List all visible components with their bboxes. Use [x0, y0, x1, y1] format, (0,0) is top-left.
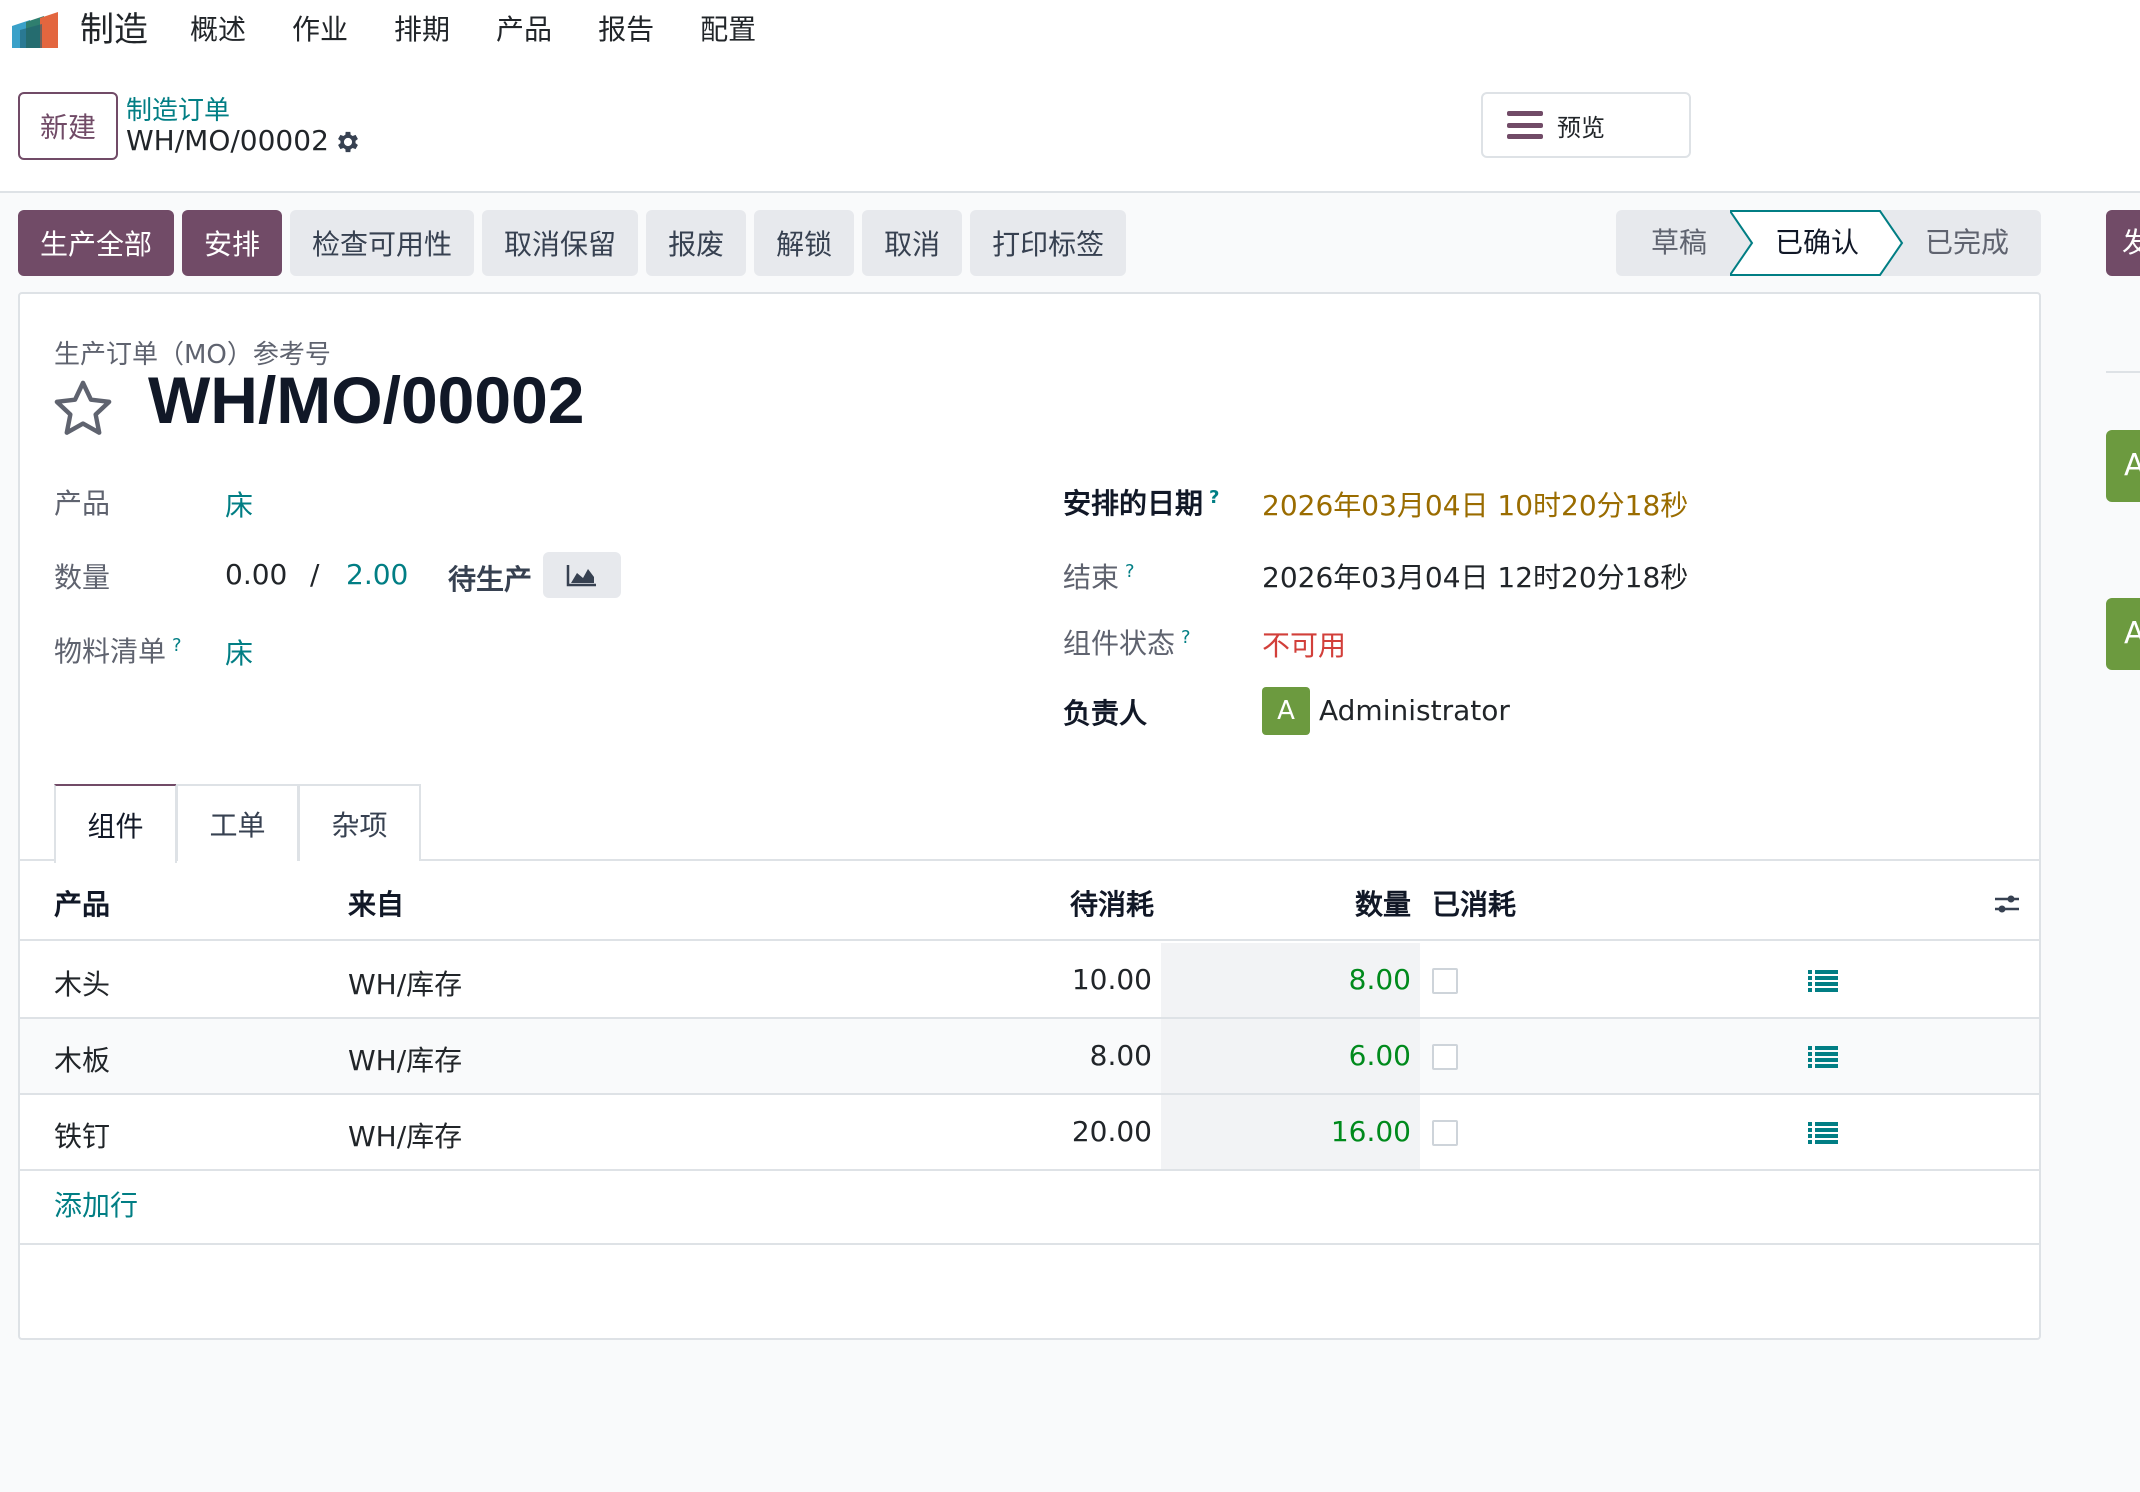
component-status-value: 不可用: [1262, 629, 1347, 662]
send-message-button[interactable]: 发: [2106, 210, 2140, 276]
top-navbar: 制造 概述 作业 排期 产品 报告 配置: [0, 0, 2140, 60]
preview-label: 预览: [1557, 113, 1605, 142]
menu-products[interactable]: 产品: [496, 8, 552, 52]
plan-button[interactable]: 安排: [182, 210, 283, 276]
menu-planning[interactable]: 排期: [394, 8, 450, 52]
column-from[interactable]: 来自: [348, 883, 404, 923]
detailed-operations-icon[interactable]: [1808, 1045, 1838, 1069]
consumed-checkbox[interactable]: [1432, 1120, 1458, 1146]
help-icon[interactable]: ?: [1209, 487, 1219, 508]
status-draft[interactable]: 草稿: [1651, 210, 1707, 276]
page-title: WH/MO/00002: [148, 363, 585, 437]
table-row[interactable]: 铁钉 WH/库存 20.00 16.00: [20, 1095, 2039, 1171]
help-icon[interactable]: ?: [172, 635, 182, 656]
detailed-operations-icon[interactable]: [1808, 1121, 1838, 1145]
status-done[interactable]: 已完成: [1925, 210, 2009, 276]
chatter-divider: [2106, 371, 2140, 373]
tab-miscellaneous[interactable]: 杂项: [298, 784, 421, 861]
forecast-chart-button[interactable]: [543, 552, 621, 598]
quantity-produced: 0.00: [225, 558, 288, 591]
column-settings-icon[interactable]: [1992, 889, 2022, 919]
action-bar: 生产全部 安排 检查可用性 取消保留 报废 解锁 取消 打印标签: [18, 210, 1127, 276]
row-quantity[interactable]: 6.00: [1220, 1039, 1411, 1072]
quantity-label: 数量: [54, 561, 111, 594]
consumed-checkbox[interactable]: [1432, 968, 1458, 994]
add-line-row: [20, 1167, 2039, 1245]
manufacturing-app-logo[interactable]: [12, 12, 64, 48]
new-button[interactable]: 新建: [18, 92, 118, 160]
row-to-consume: 10.00: [1071, 963, 1152, 996]
breadcrumb-parent[interactable]: 制造订单: [126, 90, 230, 127]
help-icon[interactable]: ?: [1125, 561, 1135, 582]
column-product[interactable]: 产品: [54, 883, 110, 923]
chatter-avatar: A: [2106, 598, 2140, 670]
table-row[interactable]: 木头 WH/库存 10.00 8.00: [20, 943, 2039, 1019]
produce-all-button[interactable]: 生产全部: [18, 210, 175, 276]
row-quantity[interactable]: 8.00: [1220, 963, 1411, 996]
menu-operations[interactable]: 作业: [292, 8, 348, 52]
bom-field[interactable]: 床: [225, 632, 253, 672]
row-from: WH/库存: [348, 968, 463, 1001]
row-from: WH/库存: [348, 1044, 463, 1077]
scheduled-date-label: 安排的日期?: [1063, 486, 1220, 520]
check-availability-button[interactable]: 检查可用性: [290, 210, 475, 276]
product-field[interactable]: 床: [225, 484, 253, 524]
row-product: 铁钉: [54, 1120, 111, 1153]
print-labels-button[interactable]: 打印标签: [970, 210, 1127, 276]
tab-work-orders[interactable]: 工单: [176, 784, 299, 861]
end-date-label: 结束?: [1063, 560, 1135, 594]
gear-icon[interactable]: [334, 128, 362, 156]
row-to-consume: 20.00: [1071, 1115, 1152, 1148]
quantity-planned-field[interactable]: 2.00: [346, 558, 408, 591]
tab-components[interactable]: 组件: [54, 784, 177, 863]
main-menu: 概述 作业 排期 产品 报告 配置: [190, 8, 802, 52]
status-confirmed[interactable]: 已确认: [1775, 210, 1859, 276]
table-row[interactable]: 木板 WH/库存 8.00 6.00: [20, 1019, 2039, 1095]
menu-configuration[interactable]: 配置: [700, 8, 756, 52]
row-quantity[interactable]: 16.00: [1220, 1115, 1411, 1148]
product-label: 产品: [54, 487, 111, 520]
cancel-button[interactable]: 取消: [862, 210, 963, 276]
help-icon[interactable]: ?: [1181, 627, 1191, 648]
end-date-field[interactable]: 2026年03月04日 12时20分18秒: [1262, 556, 1688, 596]
row-from: WH/库存: [348, 1120, 463, 1153]
breadcrumb-current: WH/MO/00002: [126, 124, 329, 157]
avatar: A: [1262, 687, 1310, 735]
row-product: 木头: [54, 968, 111, 1001]
form-sheet: 生产订单（MO）参考号 WH/MO/00002 产品 床 数量 0.00 / 2…: [18, 292, 2041, 1340]
scrap-button[interactable]: 报废: [646, 210, 747, 276]
preview-button[interactable]: 预览: [1481, 92, 1691, 158]
unlock-button[interactable]: 解锁: [754, 210, 855, 276]
status-bar: 草稿 已确认 已完成: [1616, 210, 2041, 276]
quantity-status: 待生产: [448, 563, 533, 596]
quantity-separator: /: [310, 558, 320, 591]
control-panel: 新建 制造订单 WH/MO/00002 预览: [0, 60, 2140, 193]
component-status-label: 组件状态?: [1063, 626, 1191, 660]
responsible-field[interactable]: Administrator: [1319, 694, 1510, 727]
add-line-link[interactable]: 添加行: [54, 1184, 138, 1224]
column-consumed[interactable]: 已消耗: [1432, 883, 1516, 923]
menu-icon: [1507, 111, 1543, 139]
area-chart-icon: [566, 565, 596, 587]
app-name[interactable]: 制造: [80, 8, 148, 52]
menu-reporting[interactable]: 报告: [598, 8, 654, 52]
scheduled-date-field[interactable]: 2026年03月04日 10时20分18秒: [1262, 484, 1688, 524]
detailed-operations-icon[interactable]: [1808, 969, 1838, 993]
column-quantity[interactable]: 数量: [1355, 883, 1411, 923]
row-to-consume: 8.00: [1089, 1039, 1152, 1072]
column-to-consume[interactable]: 待消耗: [1070, 883, 1154, 923]
responsible-label: 负责人: [1063, 697, 1148, 730]
chatter-avatar: A: [2106, 430, 2140, 502]
consumed-checkbox[interactable]: [1432, 1044, 1458, 1070]
row-product: 木板: [54, 1044, 111, 1077]
menu-overview[interactable]: 概述: [190, 8, 246, 52]
star-icon[interactable]: [50, 376, 116, 442]
unreserve-button[interactable]: 取消保留: [482, 210, 639, 276]
bom-label: 物料清单?: [54, 634, 182, 668]
table-header: 产品 来自 待消耗 数量 已消耗: [20, 861, 2039, 941]
